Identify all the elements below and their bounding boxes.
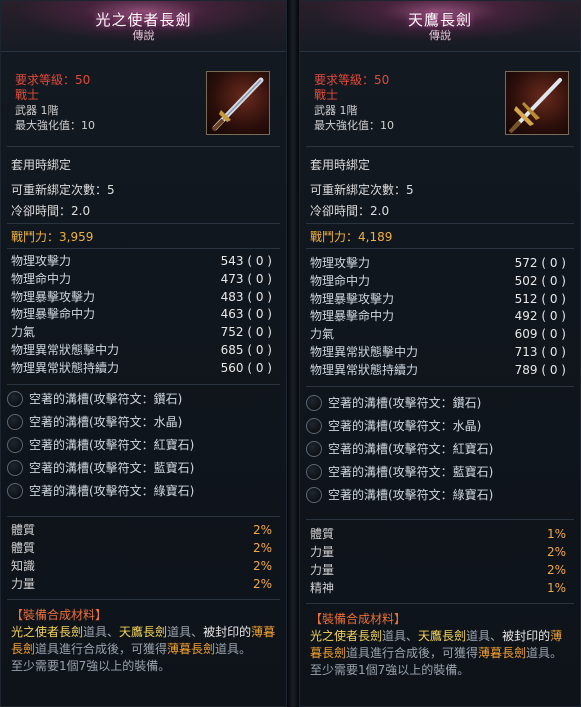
divider (306, 146, 574, 147)
divider (7, 384, 280, 385)
bonus-row: 體質 2% (11, 541, 272, 555)
sword-icon[interactable] (206, 71, 270, 135)
required-level: 要求等級：50 (15, 73, 91, 87)
stat-row: 物理異常狀態持續力 560 ( 0 ) (11, 360, 272, 375)
stat-row: 物理暴擊攻擊力 512 ( 0 ) (310, 291, 566, 306)
divider (306, 386, 574, 387)
rune-slot[interactable]: 空著的溝槽(攻擊符文：紅寶石) (306, 438, 570, 461)
bonus-row: 體質 2% (11, 523, 272, 537)
divider (7, 248, 280, 249)
bonus-row: 體質 1% (310, 527, 566, 541)
stat-row: 物理異常狀態擊中力 713 ( 0 ) (310, 344, 566, 359)
rebind-count: 可重新綁定次數：5 (11, 183, 115, 197)
stat-row: 力氣 609 ( 0 ) (310, 327, 566, 342)
stat-row: 物理命中力 502 ( 0 ) (310, 273, 566, 288)
bind-info: 套用時綁定 (310, 158, 371, 172)
bonus-row: 精神 1% (310, 581, 566, 595)
divider (7, 223, 280, 224)
divider (306, 519, 574, 520)
stat-row: 物理異常狀態擊中力 685 ( 0 ) (11, 342, 272, 357)
divider (306, 248, 574, 249)
stat-row: 物理命中力 473 ( 0 ) (11, 271, 272, 286)
combat-power: 戰鬥力：4,189 (310, 230, 393, 244)
stat-row: 物理暴擊命中力 492 ( 0 ) (310, 309, 566, 324)
bonus-row: 力量 2% (310, 563, 566, 577)
material-text: 光之使者長劍道具、天鷹長劍道具、被封印的薄暮長劍道具進行合成後，可獲得薄暮長劍道… (11, 625, 276, 656)
stats-list: 物理攻擊力 543 ( 0 ) 物理命中力 473 ( 0 ) 物理暴擊攻擊力 483… (11, 253, 272, 378)
rune-slot[interactable]: 空著的溝槽(攻擊符文：鑽石) (7, 388, 276, 411)
bind-info: 套用時綁定 (11, 158, 72, 172)
bonus-stats: 體質 1% 力量 2% 力量 2% 精神 1% (310, 525, 566, 597)
panel-gap (287, 0, 299, 707)
material-heading: 【裝備合成材料】 (11, 608, 108, 622)
rune-slot[interactable]: 空著的溝槽(攻擊符文：綠寶石) (7, 480, 276, 503)
max-enhance: 最大強化值：10 (15, 119, 95, 132)
item-grade: 傳說 (429, 29, 451, 42)
cooldown: 冷卻時間：2.0 (11, 204, 91, 218)
requirements: 要求等級：50 戰士 武器 1階 最大強化值：10 (15, 73, 95, 133)
material-text: 光之使者長劍道具、天鷹長劍道具、被封印的薄暮長劍道具進行合成後，可獲得薄暮長劍道… (310, 629, 563, 660)
requirements: 要求等級：50 戰士 武器 1階 最大強化值：10 (314, 73, 394, 133)
rune-slots: 空著的溝槽(攻擊符文：鑽石) 空著的溝槽(攻擊符文：水晶) 空著的溝槽(攻擊符文… (7, 388, 276, 503)
empty-slot-icon (7, 460, 23, 476)
bonus-row: 力量 2% (310, 545, 566, 559)
empty-slot-icon (7, 483, 23, 499)
item-tooltip-right: 天鷹長劍 傳說 要求等級：50 戰士 武器 1階 最大強化值：10 套用時綁定 … (299, 0, 581, 707)
stat-row: 物理暴擊命中力 463 ( 0 ) (11, 307, 272, 322)
bonus-row: 知識 2% (11, 559, 272, 573)
stat-row: 物理異常狀態持續力 789 ( 0 ) (310, 362, 566, 377)
rune-slot[interactable]: 空著的溝槽(攻擊符文：藍寶石) (306, 461, 570, 484)
max-enhance: 最大強化值：10 (314, 119, 394, 132)
divider (7, 599, 280, 600)
empty-slot-icon (306, 441, 322, 457)
item-tooltip-left: 光之使者長劍 傳說 要求等級：50 戰士 武器 1階 最大強化值：10 套用時綁… (0, 0, 287, 707)
material-footer: 至少需要1個7強以上的裝備。 (11, 659, 171, 673)
rune-slots: 空著的溝槽(攻擊符文：鑽石) 空著的溝槽(攻擊符文：水晶) 空著的溝槽(攻擊符文… (306, 392, 570, 507)
empty-slot-icon (306, 464, 322, 480)
combat-power: 戰鬥力：3,959 (11, 230, 94, 244)
bonus-stats: 體質 2% 體質 2% 知識 2% 力量 2% (11, 521, 272, 593)
weapon-tier: 武器 1階 (314, 104, 358, 117)
rune-slot[interactable]: 空著的溝槽(攻擊符文：水晶) (306, 415, 570, 438)
empty-slot-icon (7, 414, 23, 430)
stat-row: 物理攻擊力 543 ( 0 ) (11, 254, 272, 268)
rune-slot[interactable]: 空著的溝槽(攻擊符文：藍寶石) (7, 457, 276, 480)
cooldown: 冷卻時間：2.0 (310, 204, 390, 218)
item-grade: 傳說 (132, 29, 155, 42)
stat-row: 物理暴擊攻擊力 483 ( 0 ) (11, 289, 272, 304)
empty-slot-icon (306, 418, 322, 434)
rebind-count: 可重新綁定次數：5 (310, 183, 414, 197)
divider (7, 516, 280, 517)
rune-slot[interactable]: 空著的溝槽(攻擊符文：水晶) (7, 411, 276, 434)
divider (306, 223, 574, 224)
stat-row: 力氣 752 ( 0 ) (11, 325, 272, 340)
weapon-tier: 武器 1階 (15, 104, 59, 117)
empty-slot-icon (7, 391, 23, 407)
empty-slot-icon (306, 395, 322, 411)
required-class: 戰士 (314, 88, 339, 102)
divider (306, 603, 574, 604)
empty-slot-icon (306, 487, 322, 503)
sword-icon[interactable] (505, 71, 569, 135)
required-class: 戰士 (15, 88, 40, 102)
bonus-row: 力量 2% (11, 577, 272, 591)
rune-slot[interactable]: 空著的溝槽(攻擊符文：鑽石) (306, 392, 570, 415)
required-level: 要求等級：50 (314, 73, 390, 87)
material-info: 【裝備合成材料】 光之使者長劍道具、天鷹長劍道具、被封印的薄暮長劍道具進行合成後… (11, 607, 278, 675)
material-footer: 至少需要1個7強以上的裝備。 (310, 663, 470, 677)
rune-slot[interactable]: 空著的溝槽(攻擊符文：綠寶石) (306, 484, 570, 507)
material-info: 【裝備合成材料】 光之使者長劍道具、天鷹長劍道具、被封印的薄暮長劍道具進行合成後… (310, 611, 572, 679)
empty-slot-icon (7, 437, 23, 453)
material-heading: 【裝備合成材料】 (310, 612, 407, 626)
divider (7, 146, 280, 147)
stats-list: 物理攻擊力 572 ( 0 ) 物理命中力 502 ( 0 ) 物理暴擊攻擊力 512… (310, 255, 566, 380)
rune-slot[interactable]: 空著的溝槽(攻擊符文：紅寶石) (7, 434, 276, 457)
stat-row: 物理攻擊力 572 ( 0 ) (310, 256, 566, 270)
